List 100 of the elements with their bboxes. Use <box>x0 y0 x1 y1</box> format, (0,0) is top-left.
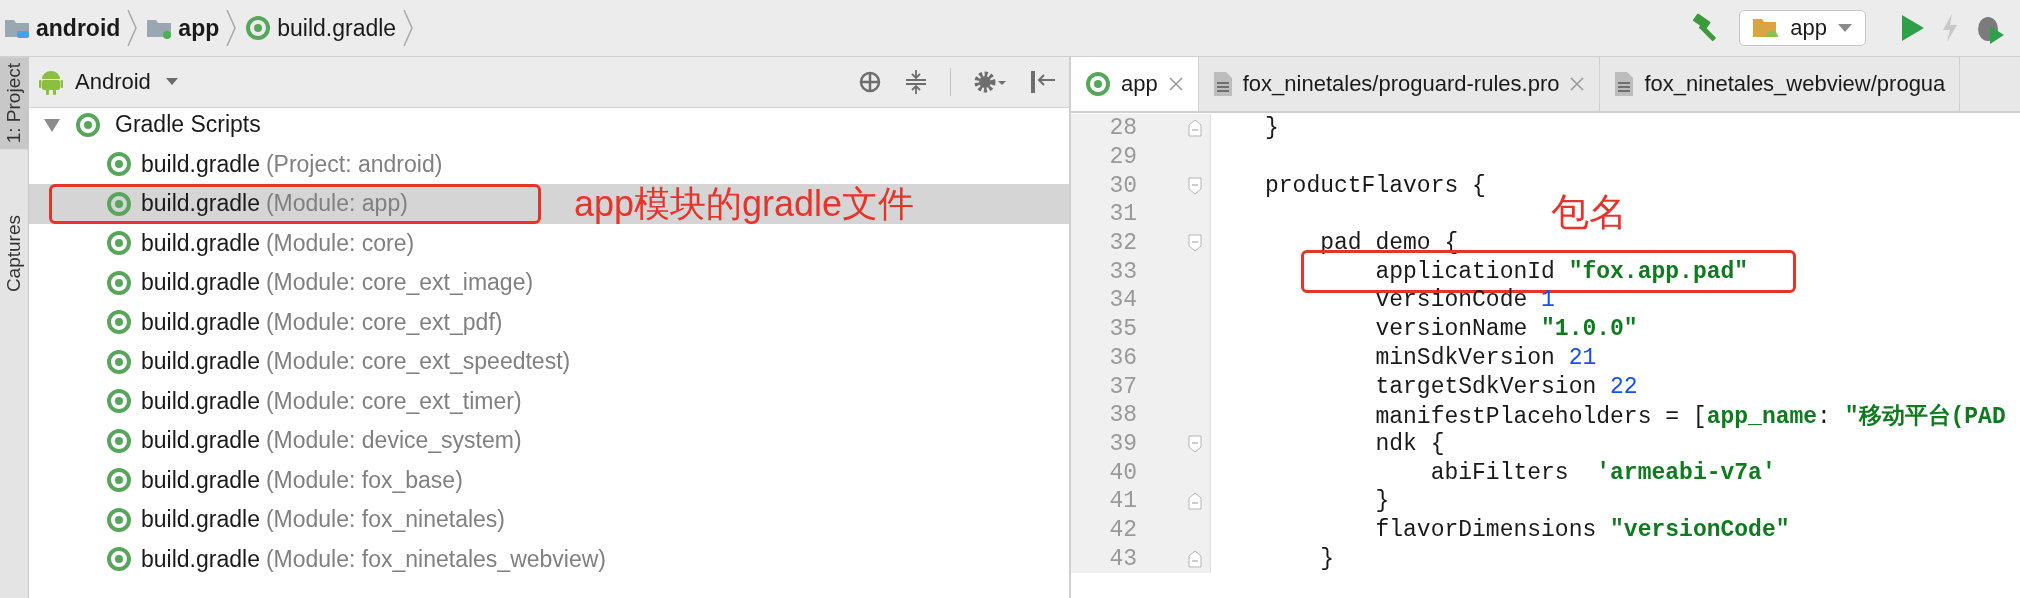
collapse-icon[interactable] <box>904 69 928 95</box>
target-icon[interactable] <box>858 70 882 94</box>
module-label: (Module: core_ext_pdf) <box>265 308 503 336</box>
line-number: 32 <box>1108 230 1137 257</box>
code-line: versionCode 1 <box>1374 287 1555 314</box>
module-label: (Module: fox_ninetales) <box>265 506 505 534</box>
side-tab[interactable]: 1: Project <box>0 57 28 150</box>
tree-row[interactable]: build.gradle (Module: device_system) <box>29 421 1069 461</box>
line-number: 34 <box>1108 287 1137 314</box>
module-label: (Module: fox_ninetales_webview) <box>265 545 606 573</box>
gradle-icon <box>106 348 132 375</box>
file-name: build.gradle <box>141 506 260 534</box>
lightning-icon[interactable] <box>1940 13 1960 43</box>
module-label: (Module: core_ext_timer) <box>265 387 522 415</box>
view-dropdown[interactable]: Android <box>75 69 179 95</box>
fold-marker-icon[interactable] <box>1188 119 1202 138</box>
close-icon[interactable] <box>1167 76 1184 92</box>
breadcrumb-item[interactable]: build.gradle <box>277 14 397 42</box>
fold-marker-icon[interactable] <box>1188 176 1202 195</box>
fold-marker-icon[interactable] <box>1188 234 1202 253</box>
gradle-icon <box>75 111 101 138</box>
tree-row[interactable]: build.gradle (Module: core_ext_timer) <box>29 381 1069 421</box>
tree-row[interactable]: build.gradle (Module: core_ext_pdf) <box>29 302 1069 342</box>
caret-icon <box>1837 23 1853 33</box>
text-file-icon <box>1212 71 1233 97</box>
chevron-icon <box>402 8 415 48</box>
code-line: minSdkVersion 21 <box>1374 344 1597 371</box>
line-number: 33 <box>1108 258 1137 285</box>
module-label: (Module: device_system) <box>265 427 522 455</box>
line-number: 42 <box>1108 516 1137 543</box>
chevron-icon <box>126 8 139 48</box>
file-name: build.gradle <box>141 190 260 218</box>
expand-arrow-icon[interactable] <box>43 116 61 133</box>
gradle-icon <box>106 309 132 336</box>
gradle-icon <box>106 427 132 454</box>
editor-tab[interactable]: app <box>1071 57 1199 111</box>
side-tab[interactable]: Captures <box>0 209 28 299</box>
gradle-icon <box>106 269 132 296</box>
code-line: manifestPlaceholders = [app_name: "移动平台(PAD <box>1374 402 2006 431</box>
hide-panel-icon[interactable] <box>1029 69 1057 95</box>
tree-row[interactable]: build.gradle (Module: core_ext_image) <box>29 263 1069 303</box>
fold-marker-icon[interactable] <box>1188 549 1202 568</box>
android-icon <box>39 69 63 95</box>
code-line: ndk { <box>1374 430 1445 457</box>
fold-marker-icon[interactable] <box>1188 492 1202 511</box>
gradle-icon <box>106 388 132 415</box>
tree-row[interactable]: build.gradle (Module: fox_base) <box>29 460 1069 500</box>
breadcrumb-item[interactable]: android <box>36 14 121 42</box>
tree-row[interactable]: build.gradle (Module: core_ext_speedtest) <box>29 342 1069 382</box>
tree-row[interactable]: build.gradle (Module: fox_ninetales) <box>29 500 1069 540</box>
editor-tab[interactable]: fox_ninetales_webview/progua <box>1600 57 1961 111</box>
line-number: 31 <box>1108 201 1137 228</box>
tree-row[interactable]: build.gradle (Module: core) <box>29 223 1069 263</box>
module-label: (Module: app) <box>265 190 408 218</box>
gradle-icon <box>106 190 132 217</box>
code-line: } <box>1374 488 1390 515</box>
code-line: abiFilters 'armeabi-v7a' <box>1429 459 1776 486</box>
settings-icon[interactable] <box>973 69 1007 95</box>
code-line: productFlavors { <box>1265 172 1486 199</box>
file-name: build.gradle <box>141 229 260 257</box>
code-line: applicationId "fox.app.pad" <box>1374 258 1749 285</box>
tree-row[interactable]: build.gradle (Module: app) app模块的gradle文件 <box>29 184 1069 224</box>
close-icon[interactable] <box>1569 76 1586 92</box>
breadcrumb-item[interactable]: app <box>178 14 220 42</box>
line-number: 35 <box>1108 316 1137 343</box>
text-file-icon <box>1614 71 1635 97</box>
code-line: } <box>1265 115 1279 142</box>
line-number: 37 <box>1108 373 1137 400</box>
line-number: 29 <box>1108 144 1137 171</box>
line-number: 28 <box>1108 115 1137 142</box>
module-label: (Module: core) <box>265 229 415 257</box>
file-name: build.gradle <box>141 269 260 297</box>
code-line: targetSdkVersion 22 <box>1374 373 1638 400</box>
gradle-icon <box>245 15 272 41</box>
tree-item[interactable]: Gradle Scripts <box>115 111 261 139</box>
line-number: 43 <box>1108 545 1137 572</box>
tree-row[interactable]: build.gradle (Module: fox_ninetales_webview) <box>29 539 1069 579</box>
module-label: (Module: core_ext_image) <box>265 269 534 297</box>
module-label: (Module: core_ext_speedtest) <box>265 348 571 376</box>
tree-row[interactable]: build.gradle (Project: android) <box>29 144 1069 184</box>
editor-tab[interactable]: fox_ninetales/proguard-rules.pro <box>1198 57 1601 111</box>
file-name: build.gradle <box>141 308 260 336</box>
run-config-dropdown[interactable]: app <box>1739 10 1866 46</box>
file-name: build.gradle <box>141 545 260 573</box>
folder-icon <box>1752 17 1781 39</box>
annotation-text: app模块的gradle文件 <box>574 182 915 226</box>
file-name: build.gradle <box>141 427 260 455</box>
gradle-icon <box>106 151 132 178</box>
code-line: versionName "1.0.0" <box>1374 316 1638 343</box>
annotation-text: 包名 <box>1551 189 1627 237</box>
code-line: flavorDimensions "versionCode" <box>1374 516 1790 543</box>
fold-marker-icon[interactable] <box>1188 434 1202 453</box>
chevron-icon <box>225 8 238 48</box>
module-label: (Project: android) <box>265 150 443 178</box>
line-number: 41 <box>1108 488 1137 515</box>
code-line: } <box>1319 545 1334 572</box>
file-name: build.gradle <box>141 150 260 178</box>
gradle-icon <box>106 467 132 494</box>
line-number: 40 <box>1108 459 1137 486</box>
line-number: 30 <box>1108 172 1137 199</box>
